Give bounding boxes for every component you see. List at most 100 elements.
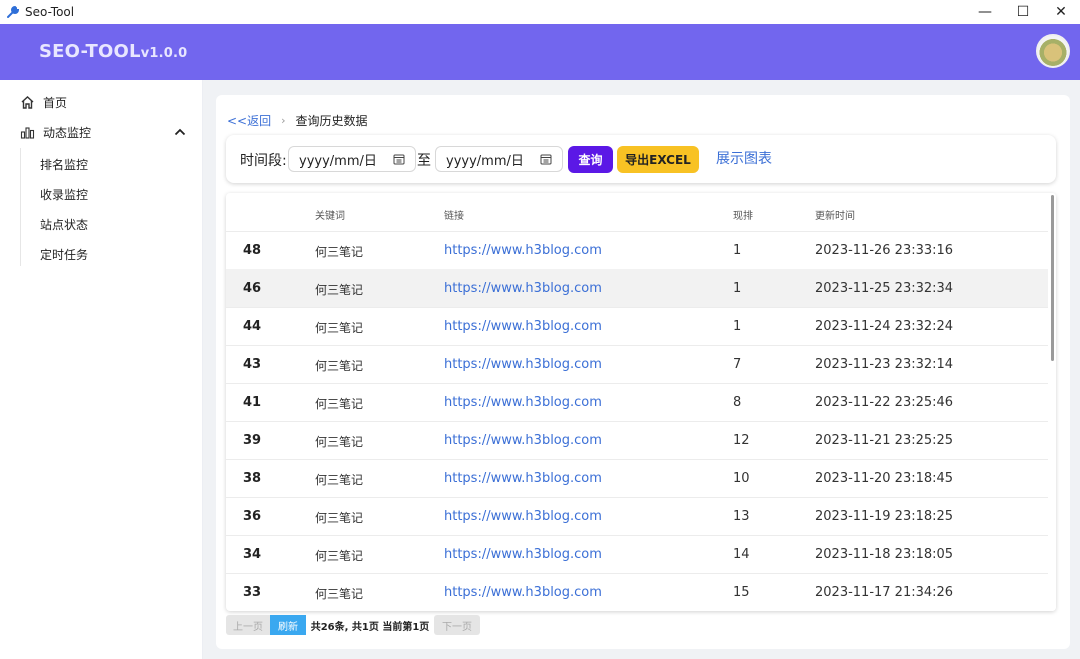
row-id: 36 <box>243 509 262 524</box>
row-link[interactable]: https://www.h3blog.com <box>444 547 602 562</box>
column-header-keyword: 关键词 <box>315 211 345 222</box>
row-id: 33 <box>243 585 262 600</box>
row-link[interactable]: https://www.h3blog.com <box>444 433 602 448</box>
row-keyword: 何三笔记 <box>315 587 364 601</box>
table-row[interactable]: 41 何三笔记 https://www.h3blog.com 8 2023-11-22 … <box>226 383 1048 422</box>
sidebar-submenu: 排名监控 收录监控 站点状态 定时任务 <box>20 148 88 266</box>
row-id: 46 <box>243 281 262 296</box>
row-rank: 14 <box>733 547 750 562</box>
row-id: 39 <box>243 433 262 448</box>
row-keyword: 何三笔记 <box>315 283 364 297</box>
row-rank: 1 <box>733 243 742 258</box>
row-updated: 2023-11-20 23:18:45 <box>815 471 954 486</box>
row-keyword: 何三笔记 <box>315 397 364 411</box>
table-row[interactable]: 46 何三笔记 https://www.h3blog.com 1 2023-11-25 … <box>226 269 1048 308</box>
refresh-button[interactable]: 刷新 <box>270 615 306 635</box>
table-row[interactable]: 39 何三笔记 https://www.h3blog.com 12 2023-11-21… <box>226 421 1048 460</box>
row-link[interactable]: https://www.h3blog.com <box>444 509 602 524</box>
sidebar-item-site-status[interactable]: 站点状态 <box>40 216 160 233</box>
sidebar-item-index-monitor[interactable]: 收录监控 <box>40 186 160 203</box>
table-row[interactable]: 38 何三笔记 https://www.h3blog.com 10 2023-11-20… <box>226 459 1048 498</box>
row-rank: 1 <box>733 281 742 296</box>
end-date-placeholder: yyyy/mm/日 <box>446 153 524 169</box>
row-link[interactable]: https://www.h3blog.com <box>444 319 602 334</box>
pagination: 上一页 刷新 共26条, 共1页 当前第1页 下一页 <box>226 615 480 635</box>
row-rank: 1 <box>733 319 742 334</box>
row-updated: 2023-11-24 23:32:24 <box>815 319 954 334</box>
window-titlebar: Seo-Tool <box>0 0 1080 24</box>
sidebar-item-home[interactable]: 首页 <box>20 94 67 111</box>
breadcrumb: <<返回 › 查询历史数据 <box>227 112 368 129</box>
sidebar-item-scheduled-tasks[interactable]: 定时任务 <box>40 246 160 263</box>
minimize-button[interactable]: — <box>965 0 1005 24</box>
row-keyword: 何三笔记 <box>315 359 364 373</box>
row-updated: 2023-11-23 23:32:14 <box>815 357 954 372</box>
row-link[interactable]: https://www.h3blog.com <box>444 471 602 486</box>
row-link[interactable]: https://www.h3blog.com <box>444 357 602 372</box>
row-rank: 15 <box>733 585 750 600</box>
scrollbar-thumb[interactable] <box>1051 195 1054 361</box>
row-link[interactable]: https://www.h3blog.com <box>444 243 602 258</box>
row-link[interactable]: https://www.h3blog.com <box>444 395 602 410</box>
page-title: 查询历史数据 <box>295 114 368 128</box>
row-id: 44 <box>243 319 262 334</box>
sidebar-item-monitor[interactable]: 动态监控 <box>20 124 91 141</box>
sidebar-item-label: 首页 <box>43 96 68 110</box>
table-header: 关键词 链接 现排 更新时间 <box>226 193 1048 232</box>
row-id: 41 <box>243 395 262 410</box>
row-id: 43 <box>243 357 262 372</box>
table-row[interactable]: 34 何三笔记 https://www.h3blog.com 14 2023-11-18… <box>226 535 1048 574</box>
row-rank: 10 <box>733 471 750 486</box>
row-updated: 2023-11-19 23:18:25 <box>815 509 954 524</box>
row-updated: 2023-11-21 23:25:25 <box>815 433 954 448</box>
window-title: Seo-Tool <box>25 5 75 19</box>
row-link[interactable]: https://www.h3blog.com <box>444 585 602 600</box>
table-row[interactable]: 48 何三笔记 https://www.h3blog.com 1 2023-11-26 … <box>226 231 1048 270</box>
chevron-up-icon[interactable] <box>174 128 186 136</box>
time-range-label: 时间段: <box>240 153 287 169</box>
history-table: 关键词 链接 现排 更新时间 48 何三笔记 https://www.h3blog.… <box>226 193 1056 611</box>
brand-logo: SEO-TOOLv1.0.0 <box>39 41 187 62</box>
start-date-placeholder: yyyy/mm/日 <box>299 153 377 169</box>
app-header: SEO-TOOLv1.0.0 <box>0 24 1080 80</box>
maximize-button[interactable]: ☐ <box>1003 0 1043 24</box>
table-row[interactable]: 43 何三笔记 https://www.h3blog.com 7 2023-11-23 … <box>226 345 1048 384</box>
prev-page-button[interactable]: 上一页 <box>226 615 270 635</box>
close-button[interactable]: ✕ <box>1041 0 1080 24</box>
sidebar: 首页 动态监控 排名监控 收录监控 站点状态 定时任务 <box>0 80 203 659</box>
vertical-scrollbar[interactable] <box>1050 193 1056 611</box>
row-updated: 2023-11-22 23:25:46 <box>815 395 954 410</box>
row-keyword: 何三笔记 <box>315 245 364 259</box>
wrench-icon <box>6 5 20 19</box>
row-keyword: 何三笔记 <box>315 473 364 487</box>
table-row[interactable]: 44 何三笔记 https://www.h3blog.com 1 2023-11-24 … <box>226 307 1048 346</box>
avatar[interactable] <box>1036 34 1070 68</box>
sidebar-item-rank-monitor[interactable]: 排名监控 <box>40 156 160 173</box>
export-excel-button[interactable]: 导出EXCEL <box>617 146 699 173</box>
column-header-updated: 更新时间 <box>815 211 855 222</box>
show-chart-link[interactable]: 展示图表 <box>716 148 772 168</box>
calendar-icon[interactable] <box>393 153 405 165</box>
pagination-info: 共26条, 共1页 当前第1页 <box>310 621 430 633</box>
main-content: <<返回 › 查询历史数据 时间段: yyyy/mm/日 至 yyyy/mm/日… <box>203 80 1080 659</box>
calendar-icon[interactable] <box>540 153 552 165</box>
row-keyword: 何三笔记 <box>315 549 364 563</box>
row-rank: 7 <box>733 357 742 372</box>
row-id: 34 <box>243 547 262 562</box>
end-date-input[interactable]: yyyy/mm/日 <box>435 146 563 172</box>
row-updated: 2023-11-26 23:33:16 <box>815 243 954 258</box>
next-page-button[interactable]: 下一页 <box>434 615 480 635</box>
row-rank: 12 <box>733 433 750 448</box>
row-id: 48 <box>243 243 262 258</box>
start-date-input[interactable]: yyyy/mm/日 <box>288 146 416 172</box>
table-row[interactable]: 36 何三笔记 https://www.h3blog.com 13 2023-11-19… <box>226 497 1048 536</box>
row-rank: 8 <box>733 395 742 410</box>
row-updated: 2023-11-25 23:32:34 <box>815 281 954 296</box>
back-link[interactable]: <<返回 <box>227 112 271 129</box>
chart-icon <box>20 127 35 139</box>
query-button[interactable]: 查询 <box>568 146 613 173</box>
row-link[interactable]: https://www.h3blog.com <box>444 281 602 296</box>
brand-version: v1.0.0 <box>140 46 188 61</box>
table-row[interactable]: 33 何三笔记 https://www.h3blog.com 15 2023-11-17… <box>226 573 1048 611</box>
sidebar-item-label: 动态监控 <box>43 126 92 140</box>
